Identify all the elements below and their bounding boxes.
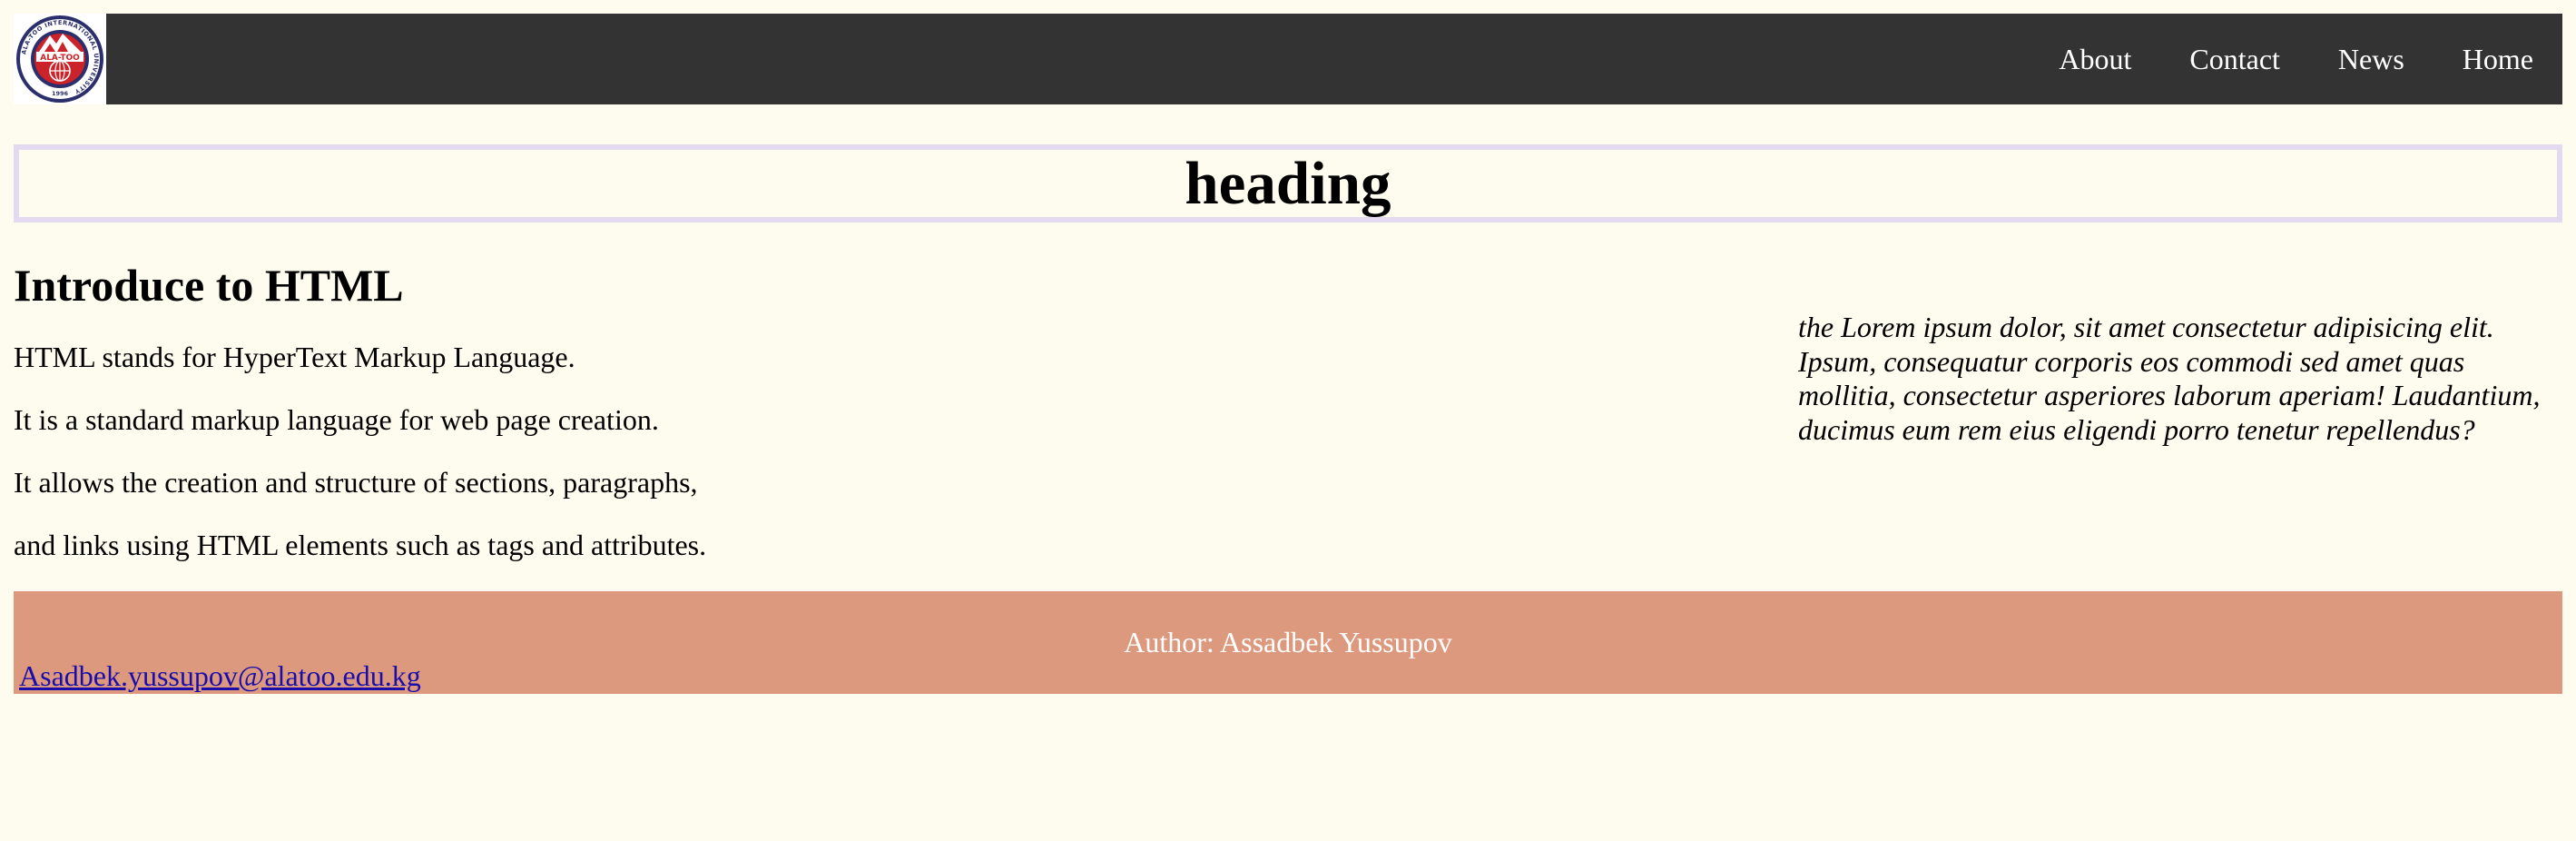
footer-author: Author: Assadbek Yussupov bbox=[1124, 626, 1452, 658]
nav-link-news[interactable]: News bbox=[2309, 14, 2433, 104]
paragraph-2: It is a standard markup language for web… bbox=[14, 403, 659, 436]
university-logo[interactable]: ALA-TOO INTERNATIONAL UNIVERSITY ALA-TOO… bbox=[14, 14, 106, 104]
paragraph-4: and links using HTML elements such as ta… bbox=[14, 529, 707, 561]
footer-email-link[interactable]: Asadbek.yussupov@alatoo.edu.kg bbox=[19, 658, 421, 694]
nav-link-contact[interactable]: Contact bbox=[2160, 14, 2309, 104]
university-seal-icon: ALA-TOO INTERNATIONAL UNIVERSITY ALA-TOO… bbox=[16, 15, 103, 103]
footer: Author: Assadbek Yussupov Asadbek.yussup… bbox=[14, 591, 2562, 694]
svg-text:1996: 1996 bbox=[52, 90, 69, 97]
heading-box: heading bbox=[14, 144, 2562, 223]
page-heading: heading bbox=[1185, 150, 1391, 217]
paragraph-1: HTML stands for HyperText Markup Languag… bbox=[14, 341, 575, 373]
nav-link-about[interactable]: About bbox=[2030, 14, 2160, 104]
nav-link-home[interactable]: Home bbox=[2433, 14, 2562, 104]
aside-lorem-text: the Lorem ipsum dolor, sit amet consecte… bbox=[1798, 311, 2541, 446]
section-title: Introduce to HTML bbox=[14, 260, 404, 311]
paragraph-3: It allows the creation and structure of … bbox=[14, 466, 698, 499]
main-nav: Home News Contact About bbox=[2030, 14, 2562, 104]
navbar: ALA-TOO INTERNATIONAL UNIVERSITY ALA-TOO… bbox=[14, 14, 2562, 104]
